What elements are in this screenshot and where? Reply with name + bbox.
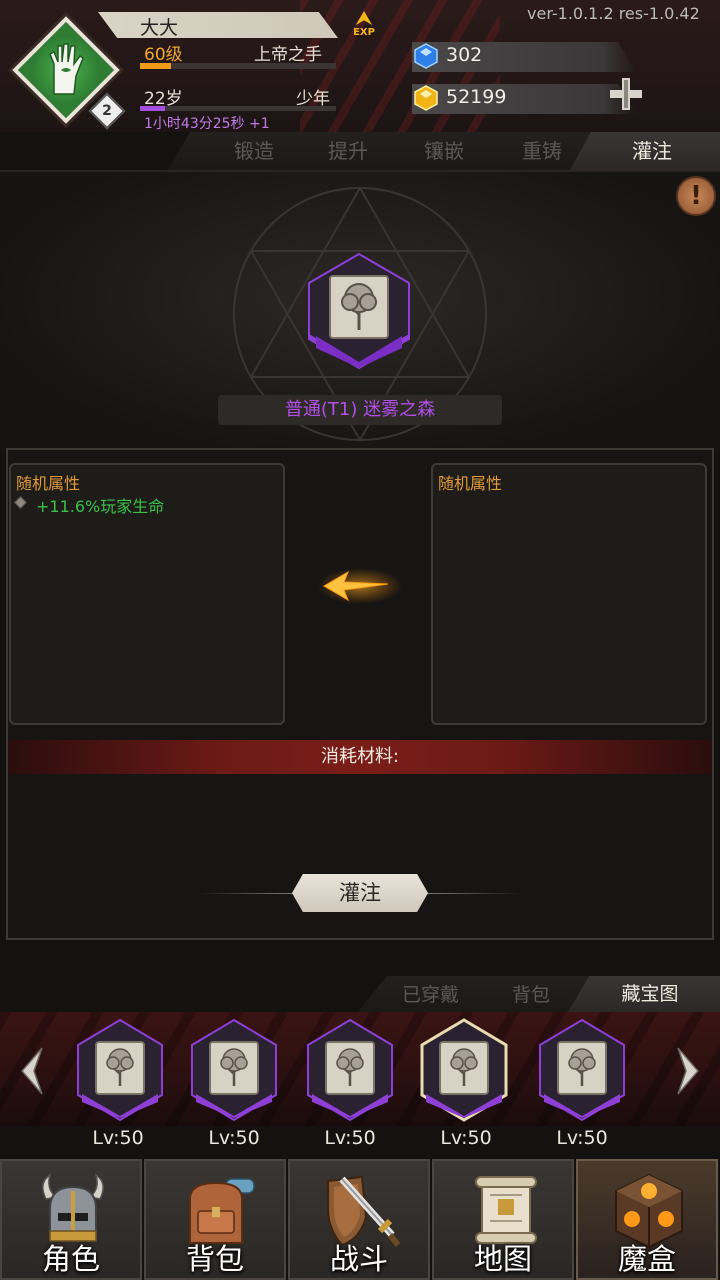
nav-battle[interactable]: 战斗 bbox=[288, 1159, 430, 1280]
gold-gem-icon bbox=[414, 85, 438, 111]
level-progress-fill bbox=[140, 63, 172, 69]
inventory-item-slot[interactable] bbox=[76, 1018, 164, 1122]
item-level: Lv:50 bbox=[208, 1127, 260, 1149]
chevron-right-icon[interactable] bbox=[672, 1046, 706, 1096]
arrow-left-icon bbox=[318, 568, 402, 604]
player-level: 60级 bbox=[144, 45, 183, 65]
item-level: Lv:50 bbox=[440, 1127, 492, 1149]
exclamation-icon: ! bbox=[690, 181, 702, 211]
divider bbox=[420, 893, 520, 894]
tab-inlay[interactable]: 镶嵌 bbox=[412, 135, 476, 167]
avatar[interactable]: 2 bbox=[12, 16, 126, 130]
nav-magic-box[interactable]: 魔盒 bbox=[576, 1159, 718, 1280]
player-name: 大大 bbox=[140, 17, 179, 39]
tab-backpack[interactable]: 背包 bbox=[512, 980, 550, 1007]
tab-upgrade[interactable]: 提升 bbox=[316, 135, 380, 167]
nav-label: 背包 bbox=[185, 1242, 244, 1276]
nav-character[interactable]: 角色 bbox=[0, 1159, 142, 1280]
exp-icon[interactable]: ⮝ EXP bbox=[350, 10, 378, 38]
inventory-item-slot[interactable] bbox=[538, 1018, 626, 1122]
tab-reforge[interactable]: 重铸 bbox=[510, 135, 574, 167]
add-currency-button[interactable] bbox=[608, 76, 644, 112]
target-attributes-title: 随机属性 bbox=[438, 474, 503, 493]
nav-label: 角色 bbox=[41, 1242, 100, 1276]
blue-gem-icon bbox=[414, 43, 438, 69]
infuse-button-label[interactable]: 灌注 bbox=[292, 874, 428, 912]
gem-amount: 302 bbox=[446, 44, 483, 66]
nav-label: 战斗 bbox=[329, 1242, 388, 1276]
chevron-left-icon[interactable] bbox=[14, 1046, 48, 1096]
inventory-item-slot[interactable] bbox=[306, 1018, 394, 1122]
divider bbox=[200, 893, 300, 894]
nav-map[interactable]: 地图 bbox=[432, 1159, 574, 1280]
tab-forge[interactable]: 锻造 bbox=[222, 135, 286, 167]
tab-equipped[interactable]: 已穿戴 bbox=[402, 980, 459, 1007]
nav-label: 魔盒 bbox=[617, 1242, 676, 1276]
nav-backpack[interactable]: 背包 bbox=[144, 1159, 286, 1280]
hand-icon bbox=[49, 43, 84, 95]
age-progress-fill bbox=[140, 106, 166, 111]
age-progress-bar bbox=[140, 106, 336, 111]
nav-label: 地图 bbox=[473, 1242, 532, 1276]
inventory-item-slot[interactable] bbox=[420, 1018, 508, 1122]
version-label: ver-1.0.1.2 res-1.0.42 bbox=[527, 4, 700, 23]
item-level: Lv:50 bbox=[556, 1127, 608, 1149]
attribute-line: +11.6%玩家生命 bbox=[36, 497, 165, 516]
source-attributes-title: 随机属性 bbox=[16, 474, 81, 493]
target-attributes-box bbox=[431, 463, 707, 725]
player-title: 上帝之手 bbox=[254, 45, 322, 65]
tab-infuse[interactable]: 灌注 bbox=[570, 132, 720, 170]
cost-label: 消耗材料: bbox=[320, 746, 400, 767]
name-plate bbox=[98, 12, 338, 38]
inventory-item-slot[interactable] bbox=[190, 1018, 278, 1122]
tab-treasure-map[interactable]: 藏宝图 bbox=[568, 976, 720, 1012]
level-progress-bar bbox=[140, 63, 336, 69]
item-level: Lv:50 bbox=[324, 1127, 376, 1149]
age-timer: 1小时43分25秒 +1 bbox=[144, 116, 270, 132]
gold-amount: 52199 bbox=[446, 86, 507, 108]
item-name: 普通(T1) 迷雾之森 bbox=[284, 399, 436, 420]
item-level: Lv:50 bbox=[92, 1127, 144, 1149]
equipped-item-slot[interactable] bbox=[306, 252, 412, 370]
info-button[interactable]: ! bbox=[676, 176, 716, 216]
